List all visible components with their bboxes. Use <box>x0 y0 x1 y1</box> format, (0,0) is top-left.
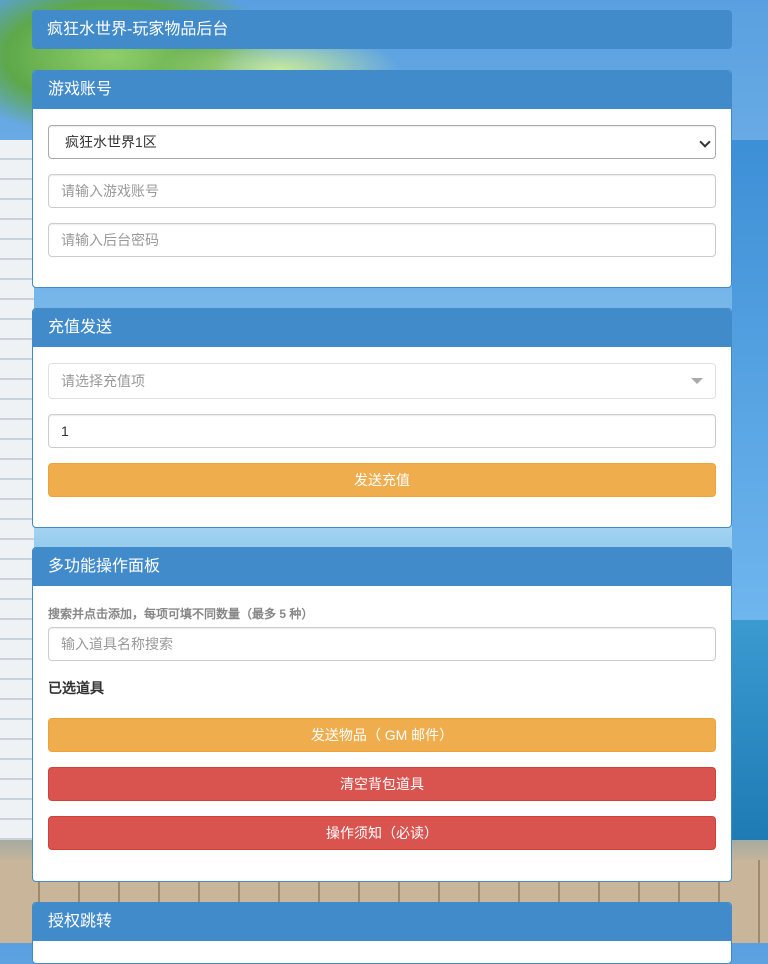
search-hint: 搜索并点击添加，每项可填不同数量（最多 5 种） <box>48 607 314 621</box>
sea-decoration <box>732 620 768 840</box>
auth-panel-title: 授权跳转 <box>33 903 731 941</box>
house-decoration <box>0 140 34 840</box>
send-items-button[interactable]: 发送物品（ GM 邮件） <box>48 718 716 752</box>
chevron-down-icon <box>699 136 711 148</box>
account-input[interactable]: 请输入游戏账号 <box>48 174 716 208</box>
multi-function-panel: 多功能操作面板 搜索并点击添加，每项可填不同数量（最多 5 种） 输入道具名称搜… <box>32 547 732 882</box>
clear-bag-button[interactable]: 清空背包道具 <box>48 767 716 801</box>
dropdown-arrow-icon <box>691 378 703 384</box>
server-select[interactable]: 疯狂水世界1区 <box>48 125 716 159</box>
account-panel-title: 游戏账号 <box>33 71 731 109</box>
send-recharge-button[interactable]: 发送充值 <box>48 463 716 497</box>
quantity-input[interactable]: 1 <box>48 414 716 448</box>
selected-items-label: 已选道具 <box>48 680 104 696</box>
password-input[interactable]: 请输入后台密码 <box>48 223 716 257</box>
multi-panel-title: 多功能操作面板 <box>33 548 731 586</box>
sky-decoration <box>732 140 768 620</box>
page-title: 疯狂水世界-玩家物品后台 <box>32 10 732 49</box>
recharge-item-placeholder: 请选择充值项 <box>61 373 145 389</box>
server-select-value: 疯狂水世界1区 <box>65 134 157 150</box>
auth-panel: 授权跳转 <box>32 902 732 964</box>
account-panel: 游戏账号 疯狂水世界1区 请输入游戏账号 请输入后台密码 <box>32 70 732 288</box>
recharge-item-select[interactable]: 请选择充值项 <box>48 363 716 399</box>
recharge-panel-title: 充值发送 <box>33 309 731 347</box>
recharge-panel: 充值发送 请选择充值项 1 发送充值 <box>32 308 732 528</box>
item-search-input[interactable]: 输入道具名称搜索 <box>48 627 716 661</box>
notice-button[interactable]: 操作须知（必读） <box>48 816 716 850</box>
